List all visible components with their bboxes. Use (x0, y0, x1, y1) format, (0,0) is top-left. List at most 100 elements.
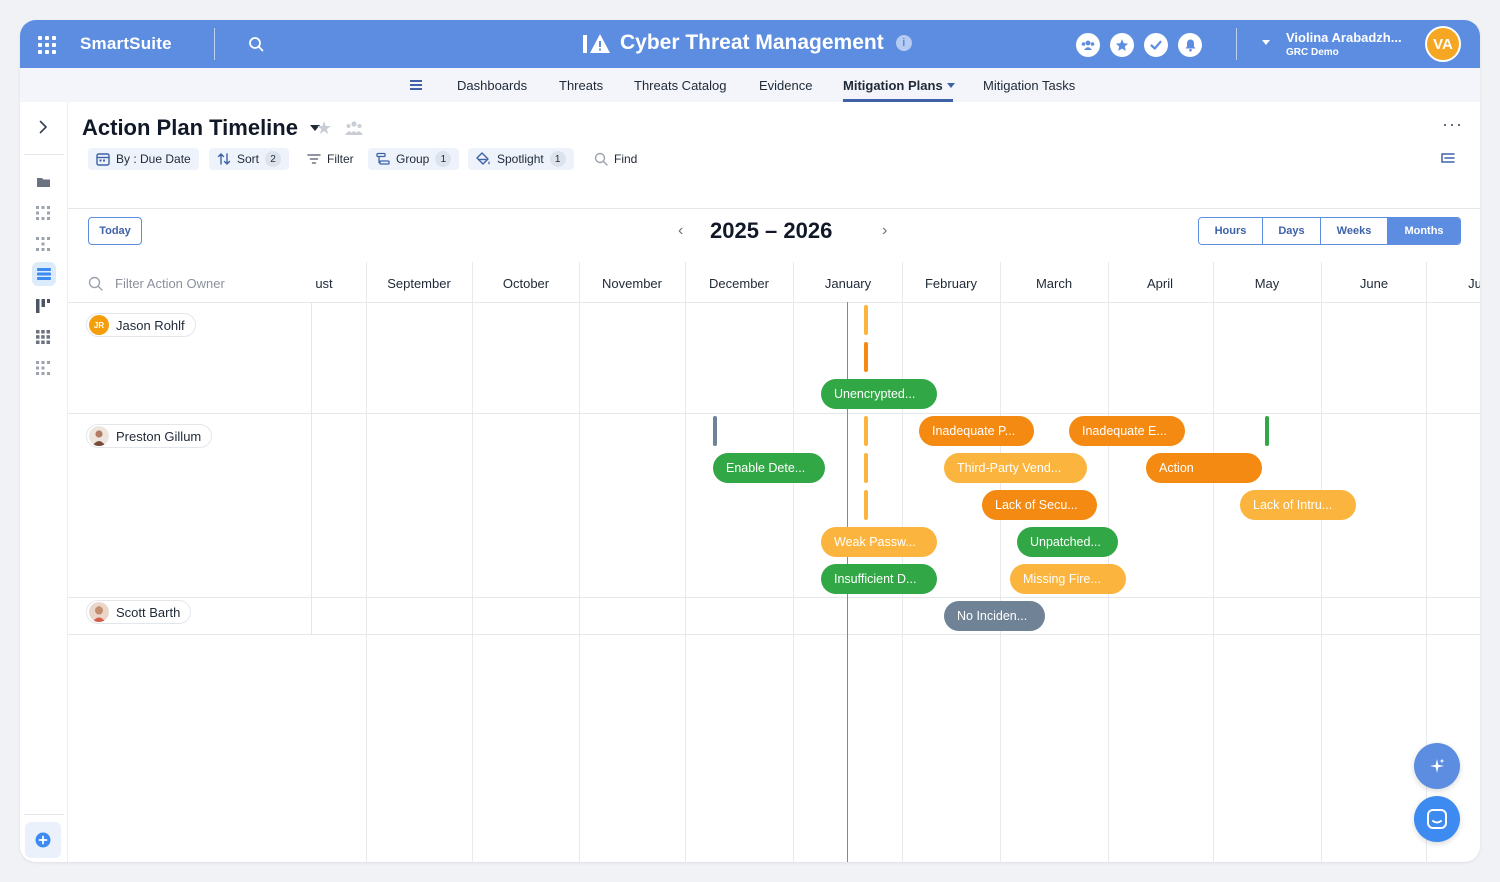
bell-icon[interactable] (1178, 33, 1202, 57)
timeline-bar[interactable]: Weak Passw... (821, 527, 937, 557)
find-button[interactable]: Find (586, 148, 645, 170)
chevron-right-icon[interactable] (36, 120, 50, 134)
owner-filter-placeholder: Filter Action Owner (115, 276, 225, 291)
time-scale-toggle: Hours Days Weeks Months (1198, 217, 1461, 245)
scale-days-button[interactable]: Days (1263, 218, 1321, 244)
scale-hours-button[interactable]: Hours (1199, 218, 1263, 244)
grid-view-icon[interactable] (34, 359, 52, 377)
timeline-bar[interactable]: Inadequate P... (919, 416, 1034, 446)
scale-weeks-button[interactable]: Weeks (1321, 218, 1388, 244)
chat-support-button[interactable] (1414, 796, 1460, 842)
timeline-bar[interactable]: Inadequate E... (1069, 416, 1185, 446)
timeline-milestone[interactable] (864, 416, 868, 446)
search-icon[interactable] (248, 36, 264, 52)
date-field-selector[interactable]: By : Due Date (88, 148, 199, 170)
timeline-bar[interactable]: Third-Party Vend... (944, 453, 1087, 483)
avatar[interactable]: VA (1425, 26, 1461, 62)
menu-icon[interactable] (410, 80, 422, 90)
timeline-bar[interactable]: Insufficient D... (821, 564, 937, 594)
scale-months-button[interactable]: Months (1388, 218, 1460, 244)
kanban-view-icon[interactable] (34, 297, 52, 315)
more-options-icon[interactable]: ··· (1442, 114, 1463, 135)
owner-chip-scott-barth[interactable]: Scott Barth (86, 600, 192, 624)
month-label: May (1254, 276, 1280, 291)
filter-button[interactable]: Filter (299, 148, 362, 170)
month-label: December (709, 276, 769, 291)
month-label: January (824, 276, 872, 291)
ai-assistant-button[interactable] (1414, 743, 1460, 789)
folder-icon[interactable] (34, 173, 52, 191)
share-users-icon[interactable] (345, 120, 363, 136)
group-button[interactable]: Group 1 (368, 148, 460, 170)
owner-chip-jason-rohlf[interactable]: JR Jason Rohlf (86, 313, 196, 337)
month-column (1000, 262, 1001, 862)
divider (24, 814, 64, 815)
month-label: September (387, 276, 451, 291)
tab-label: Mitigation Plans (843, 78, 943, 93)
timeline-milestone[interactable] (713, 416, 717, 446)
month-label: Ju (1468, 276, 1480, 291)
search-icon (594, 152, 608, 166)
apps-grid-icon[interactable] (38, 36, 56, 54)
month-column (685, 262, 686, 862)
team-icon[interactable] (1076, 33, 1100, 57)
star-icon[interactable] (1110, 33, 1134, 57)
owner-name: Scott Barth (116, 604, 181, 620)
chevron-down-icon (946, 83, 955, 88)
sort-button[interactable]: Sort 2 (209, 148, 290, 170)
timeline-bar[interactable]: Unencrypted... (821, 379, 937, 409)
divider (214, 28, 215, 60)
timeline-view-icon[interactable] (32, 262, 56, 286)
filter-label: Filter (327, 152, 354, 166)
month-label: June (1359, 276, 1389, 291)
tab-evidence[interactable]: Evidence (759, 78, 812, 93)
month-label: February (924, 276, 978, 291)
timeline-bar[interactable]: Action (1146, 453, 1262, 483)
timeline-bar[interactable]: Lack of Secu... (982, 490, 1097, 520)
month-column (1321, 262, 1322, 862)
month-column (1108, 262, 1109, 862)
today-button[interactable]: Today (88, 217, 142, 245)
tab-dashboards[interactable]: Dashboards (457, 78, 527, 93)
chat-icon (1427, 809, 1447, 829)
spotlight-label: Spotlight (497, 152, 544, 166)
timeline-bar[interactable]: Lack of Intru... (1240, 490, 1356, 520)
app-title[interactable]: Cyber Threat Management i (582, 31, 912, 55)
view-title[interactable]: Action Plan Timeline (82, 115, 320, 141)
info-icon[interactable]: i (895, 35, 912, 51)
tab-threats-catalog[interactable]: Threats Catalog (634, 78, 727, 93)
nav-tabs: Dashboards Threats Threats Catalog Evide… (20, 68, 1480, 102)
tab-threats[interactable]: Threats (559, 78, 603, 93)
outline-tree-icon[interactable] (1441, 152, 1455, 166)
grid-view-icon[interactable] (34, 204, 52, 222)
warning-triangle-icon (583, 34, 610, 53)
date-field-label: By : Due Date (116, 152, 191, 166)
timeline-bar[interactable]: Enable Dete... (713, 453, 825, 483)
grid-view-icon[interactable] (34, 235, 52, 253)
timeline-bar[interactable]: No Inciden... (944, 601, 1045, 631)
add-view-button[interactable] (25, 822, 61, 858)
favorite-star-icon[interactable]: ★ (316, 118, 332, 139)
check-icon[interactable] (1144, 33, 1168, 57)
timeline-milestone[interactable] (864, 305, 868, 335)
timeline-milestone[interactable] (864, 342, 868, 372)
divider (311, 302, 312, 634)
owner-chip-preston-gillum[interactable]: Preston Gillum (86, 424, 213, 448)
timeline-bar[interactable]: Missing Fire... (1010, 564, 1126, 594)
grid-view-icon[interactable] (34, 328, 52, 346)
timeline-milestone[interactable] (864, 490, 868, 520)
timeline-milestone[interactable] (864, 453, 868, 483)
sort-count-badge: 2 (265, 151, 282, 167)
spotlight-button[interactable]: Spotlight 1 (468, 148, 574, 170)
owner-filter[interactable]: Filter Action Owner (88, 276, 225, 291)
tab-mitigation-tasks[interactable]: Mitigation Tasks (983, 78, 1075, 93)
owner-name: Jason Rohlf (116, 317, 185, 333)
tab-mitigation-plans[interactable]: Mitigation Plans (843, 78, 955, 93)
chevron-left-icon[interactable]: ‹ (678, 222, 683, 240)
plus-circle-icon (35, 832, 51, 848)
chevron-right-icon[interactable]: › (882, 222, 887, 240)
timeline-milestone[interactable] (1265, 416, 1269, 446)
month-label: October (502, 276, 550, 291)
brand-name[interactable]: SmartSuite (80, 34, 172, 54)
timeline-bar[interactable]: Unpatched... (1017, 527, 1118, 557)
